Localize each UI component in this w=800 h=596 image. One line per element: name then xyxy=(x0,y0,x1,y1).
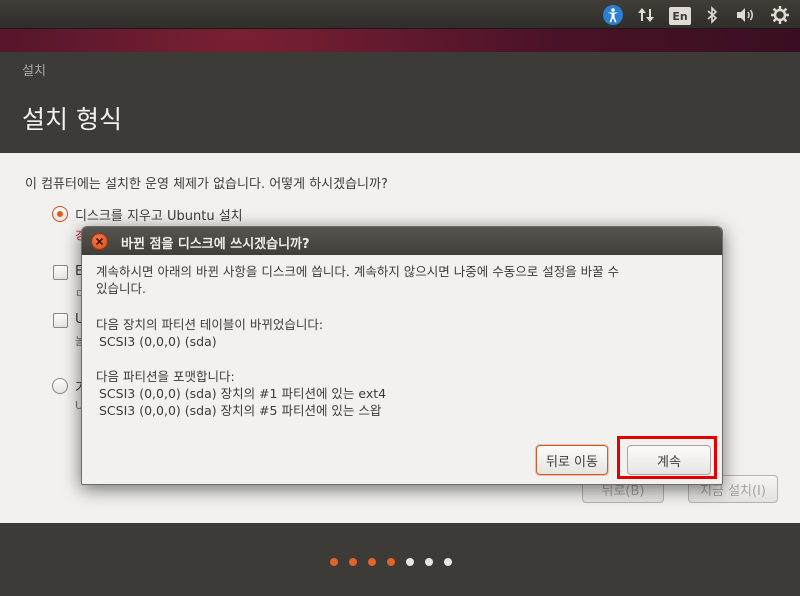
dialog-title: 바뀐 점을 디스크에 쓰시겠습니까? xyxy=(121,237,310,252)
erase-disk-label[interactable]: 디스크를 지우고 Ubuntu 설치 xyxy=(75,205,243,224)
progress-dot xyxy=(330,558,338,566)
option-checkbox-2[interactable] xyxy=(53,313,68,328)
step-title: 설치 형식 xyxy=(22,105,122,134)
erase-disk-radio[interactable] xyxy=(52,206,68,222)
write-changes-dialog: 바뀐 점을 디스크에 쓰시겠습니까? 계속하시면 아래의 바뀐 사항을 디스크에… xyxy=(81,226,723,485)
progress-dot xyxy=(387,558,395,566)
format-item: SCSI3 (0,0,0) (sda) 장치의 #5 파티션에 있는 스왑 xyxy=(99,403,382,418)
dialog-intro-line-1: 계속하시면 아래의 바뀐 사항을 디스크에 씁니다. 계속하지 않으시면 나중에… xyxy=(96,264,620,279)
continue-button[interactable]: 계속 xyxy=(627,445,711,475)
dialog-intro-line-2: 있습니다. xyxy=(96,281,146,296)
window-title: 설치 xyxy=(22,64,46,79)
installer-header: 설치 설치 형식 xyxy=(0,52,800,153)
accessibility-icon[interactable] xyxy=(602,4,624,26)
top-panel: En xyxy=(0,0,800,29)
option-checkbox-1[interactable] xyxy=(53,265,68,280)
network-icon[interactable] xyxy=(636,4,656,26)
something-else-radio[interactable] xyxy=(52,378,68,394)
keyboard-layout-indicator[interactable]: En xyxy=(669,4,691,26)
bluetooth-icon[interactable] xyxy=(704,4,720,26)
keyboard-layout-label: En xyxy=(669,7,691,25)
progress-dot xyxy=(425,558,433,566)
go-back-button[interactable]: 뒤로 이동 xyxy=(536,445,608,475)
format-heading: 다음 파티션을 포맷합니다: xyxy=(96,369,235,384)
progress-dots xyxy=(330,558,452,566)
gear-icon[interactable] xyxy=(770,4,790,26)
format-item: SCSI3 (0,0,0) (sda) 장치의 #1 파티션에 있는 ext4 xyxy=(99,386,387,401)
close-icon[interactable] xyxy=(91,233,108,250)
progress-dot xyxy=(368,558,376,566)
progress-dot xyxy=(349,558,357,566)
dialog-titlebar: 바뀐 점을 디스크에 쓰시겠습니까? xyxy=(82,227,722,255)
progress-dot xyxy=(406,558,414,566)
progress-dot xyxy=(444,558,452,566)
partition-table-heading: 다음 장치의 파티션 테이블이 바뀌었습니다: xyxy=(96,317,324,332)
volume-icon[interactable] xyxy=(735,4,757,26)
installation-question: 이 컴퓨터에는 설치한 운영 체제가 없습니다. 어떻게 하시겠습니까? xyxy=(25,177,388,192)
partition-table-device: SCSI3 (0,0,0) (sda) xyxy=(99,334,217,349)
